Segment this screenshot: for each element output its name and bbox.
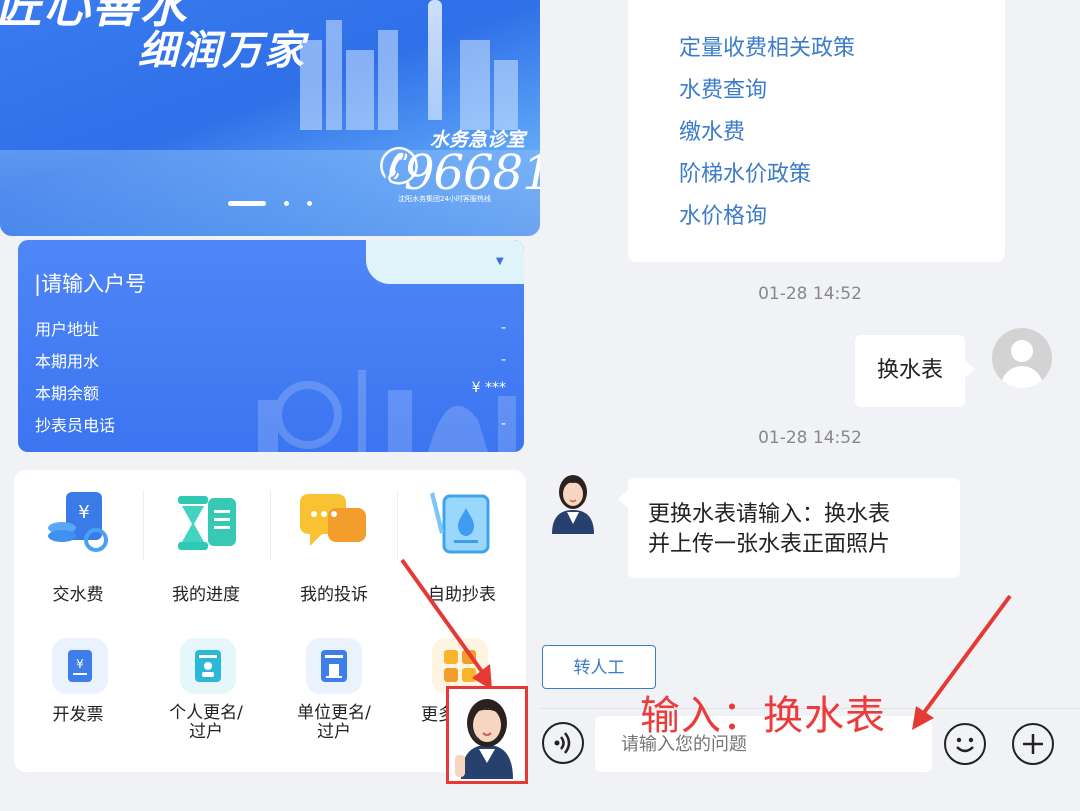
service-label: 交水费 [52,585,104,605]
dropdown-triangle-icon[interactable]: ▼ [496,256,504,267]
faq-menu-card: 定量收费相关政策 水费查询 缴水费 阶梯水价政策 水价格询 [628,0,1005,262]
bubble-tail [965,360,975,378]
service-personal-rename-transfer[interactable]: 个人更名/ 过户 [142,638,270,758]
user-address-value: - [500,320,506,336]
annotation-arrow [912,594,1012,730]
message-timestamp: 01-28 14:52 [758,428,862,448]
chat-bubble-icon [300,494,366,546]
water-usage-value: - [500,352,506,368]
service-company-rename-transfer[interactable]: 单位更名/ 过户 [270,638,398,758]
banner-building [460,40,490,130]
banner-slogan-bottom: 细润万家 [138,28,306,74]
hourglass-progress-icon [178,496,236,550]
service-label: 我的进度 [172,585,240,605]
service-my-progress[interactable]: 我的进度 [142,488,270,608]
avatar-body [1001,366,1043,388]
agent-message-line: 并上传一张水表正面照片 [648,532,891,557]
water-usage-label: 本期用水 [35,352,100,371]
message-timestamp: 01-28 14:52 [758,284,862,304]
account-number-input[interactable]: |请输入户号 [34,268,146,298]
service-pay-bill[interactable]: ¥ 交水费 [14,488,142,608]
banner-tv-tower [428,0,442,120]
service-label: 我的投诉 [300,585,368,605]
city-skyline-watermark [258,370,516,452]
invoice-icon: ¥ [52,638,108,694]
service-label: 单位更名/ 过户 [297,703,371,742]
svg-text:¥: ¥ [78,502,89,523]
faq-link-tiered-price-policy[interactable]: 阶梯水价政策 [679,156,811,188]
balance-label: 本期余额 [35,384,100,403]
promo-banner[interactable]: 匠心善水 细润万家 水务急诊室 ✆ 96681 沈阳水务集团24小时客服热线 [0,0,540,236]
faq-link-pay-bill[interactable]: 缴水费 [679,114,745,146]
service-label: 开发票 [52,705,104,725]
svg-text:¥: ¥ [76,657,84,671]
voice-wave-icon [554,732,571,754]
balance-value: ¥ *** [471,380,506,396]
carousel-dot-active[interactable] [228,201,266,206]
carousel-dot[interactable] [284,201,289,206]
banner-building [378,30,398,130]
bubble-tail [618,490,628,508]
annotation-label: 输入：换水表 [640,693,886,739]
banner-building [494,60,518,130]
hotline-number: 96681 [404,145,540,201]
person-id-icon [180,638,236,694]
service-my-complaint[interactable]: 我的投诉 [270,488,398,608]
banner-building [326,20,342,130]
meter-notepad-icon [430,492,490,554]
carousel-dot[interactable] [307,201,312,206]
hotline-subtitle: 沈阳水务集团24小时客服热线 [398,195,491,203]
customer-service-launcher[interactable] [446,686,528,784]
meter-reader-phone-label: 抄表员电话 [35,416,116,435]
meter-reader-phone-value: - [500,416,506,432]
transfer-to-human-button[interactable]: 转人工 [542,645,656,689]
user-message-bubble: 换水表 [855,335,965,407]
user-avatar [992,328,1052,388]
banner-building [346,50,374,130]
account-number-placeholder: 请输入户号 [41,272,147,296]
account-card: ▼ |请输入户号 用户地址 - 本期用水 - 本期余额 ¥ *** 抄表员电话 … [18,240,524,452]
annotation-arrow [400,558,492,690]
avatar-head [1011,340,1033,362]
building-doc-icon [306,638,362,694]
service-label: 个人更名/ 过户 [169,703,243,742]
customer-service-avatar-icon [455,699,513,779]
agent-avatar [552,475,594,534]
user-message-text: 换水表 [876,358,943,383]
left-panel: 匠心善水 细润万家 水务急诊室 ✆ 96681 沈阳水务集团24小时客服热线 ▼… [0,0,540,810]
service-invoice[interactable]: ¥ 开发票 [14,638,142,758]
voice-input-button[interactable] [542,722,584,764]
faq-link-fixed-fee-policy[interactable]: 定量收费相关政策 [679,30,855,62]
agent-message-line: 更换水表请输入：换水表 [648,502,891,527]
agent-message-bubble: 更换水表请输入：换水表 并上传一张水表正面照片 [628,478,960,578]
user-address-label: 用户地址 [35,320,100,339]
faq-link-price-inquiry[interactable]: 水价格询 [679,198,767,230]
bill-coins-icon: ¥ [48,492,108,552]
faq-link-bill-query[interactable]: 水费查询 [679,72,767,104]
